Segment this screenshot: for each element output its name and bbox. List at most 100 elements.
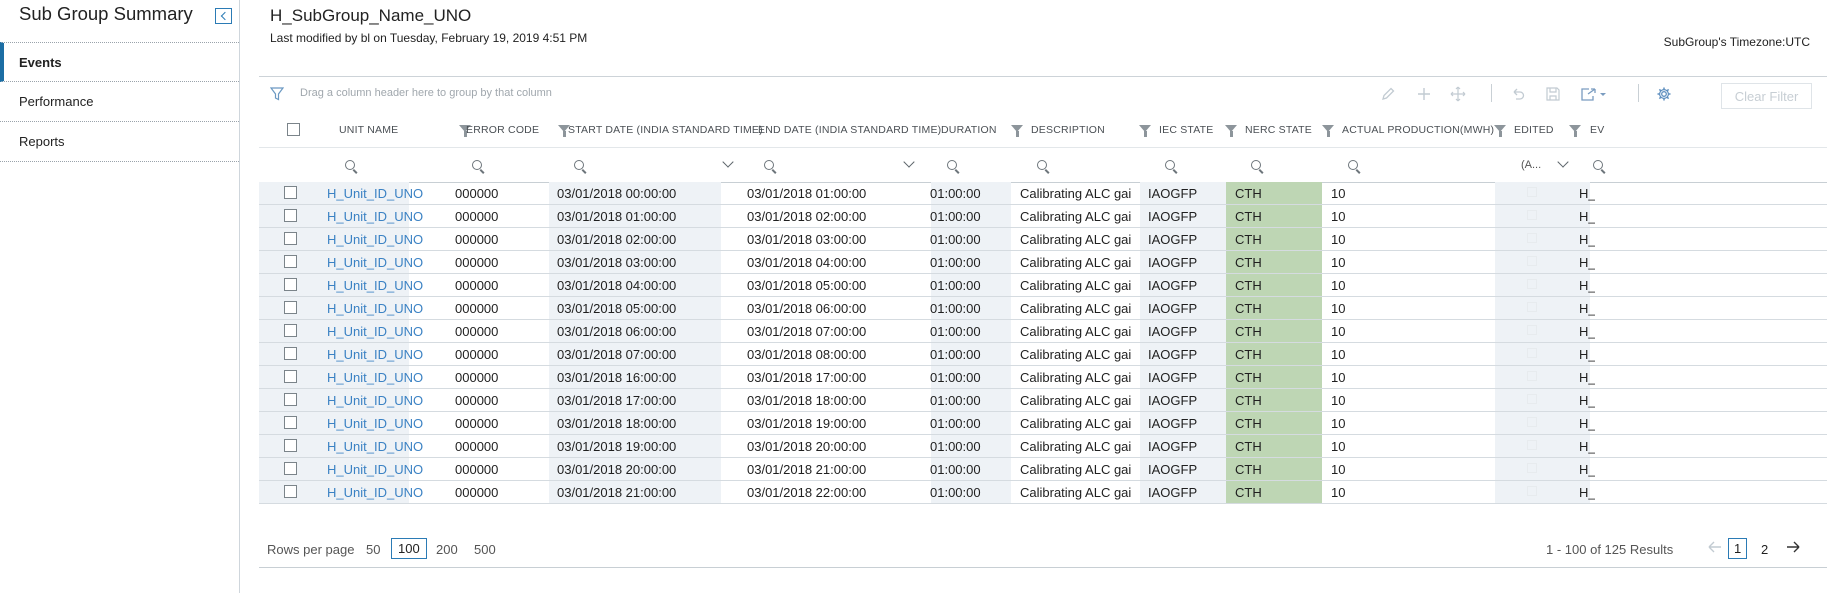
column-header-iec-state[interactable]: IEC STATE xyxy=(1159,113,1214,147)
row-checkbox[interactable] xyxy=(284,278,297,291)
sidebar-item-events[interactable]: Events xyxy=(0,42,239,82)
chevron-down-icon[interactable] xyxy=(722,156,734,168)
row-checkbox[interactable] xyxy=(284,370,297,383)
row-checkbox[interactable] xyxy=(284,439,297,452)
column-header-nerc-state[interactable]: NERC STATE xyxy=(1245,113,1312,147)
row-checkbox[interactable] xyxy=(284,301,297,314)
table-row[interactable]: H_Unit_ID_UNO 000000 03/01/2018 01:00:00… xyxy=(259,205,1827,228)
chevron-down-icon[interactable] xyxy=(903,156,915,168)
column-filter-icon[interactable] xyxy=(1225,125,1237,137)
unit-name-link[interactable]: H_Unit_ID_UNO xyxy=(327,274,423,296)
row-checkbox[interactable] xyxy=(284,462,297,475)
search-icon[interactable] xyxy=(574,160,584,170)
ev-cell: H_ xyxy=(1579,231,1595,247)
unit-name-link[interactable]: H_Unit_ID_UNO xyxy=(327,297,423,319)
unit-name-link[interactable]: H_Unit_ID_UNO xyxy=(327,182,423,204)
edited-filter-value[interactable]: (A... xyxy=(1521,148,1541,182)
pencil-icon[interactable] xyxy=(1380,86,1396,102)
ev-cell: H_ xyxy=(1579,369,1595,385)
unit-name-link[interactable]: H_Unit_ID_UNO xyxy=(327,412,423,434)
column-header-duration[interactable]: DURATION xyxy=(941,113,997,147)
end-date-cell: 03/01/2018 05:00:00 xyxy=(747,277,867,293)
page-button-current[interactable]: 1 xyxy=(1728,538,1748,559)
filter-icon[interactable] xyxy=(270,87,284,101)
table-row[interactable]: H_Unit_ID_UNO 000000 03/01/2018 06:00:00… xyxy=(259,320,1827,343)
unit-name-link[interactable]: H_Unit_ID_UNO xyxy=(327,320,423,342)
search-icon[interactable] xyxy=(1348,160,1358,170)
row-checkbox[interactable] xyxy=(284,347,297,360)
sidebar-item-reports[interactable]: Reports xyxy=(0,122,239,162)
column-header-edited[interactable]: EDITED xyxy=(1514,113,1554,147)
column-header-error-code[interactable]: ERROR CODE xyxy=(466,113,539,147)
table-row[interactable]: H_Unit_ID_UNO 000000 03/01/2018 16:00:00… xyxy=(259,366,1827,389)
row-checkbox[interactable] xyxy=(284,416,297,429)
row-checkbox[interactable] xyxy=(284,232,297,245)
table-row[interactable]: H_Unit_ID_UNO 000000 03/01/2018 05:00:00… xyxy=(259,297,1827,320)
select-all-checkbox[interactable] xyxy=(287,123,300,136)
row-checkbox[interactable] xyxy=(284,186,297,199)
search-icon[interactable] xyxy=(1593,160,1603,170)
search-icon[interactable] xyxy=(1165,160,1175,170)
table-row[interactable]: H_Unit_ID_UNO 000000 03/01/2018 21:00:00… xyxy=(259,481,1827,504)
table-row[interactable]: H_Unit_ID_UNO 000000 03/01/2018 18:00:00… xyxy=(259,412,1827,435)
column-header-start-date[interactable]: START DATE (INDIA STANDARD TIME) xyxy=(568,113,763,147)
clear-filter-button[interactable]: Clear Filter xyxy=(1721,83,1812,109)
search-icon[interactable] xyxy=(1251,160,1261,170)
export-icon[interactable] xyxy=(1580,86,1610,102)
duration-cell: 01:00:00 xyxy=(930,484,981,500)
unit-name-link[interactable]: H_Unit_ID_UNO xyxy=(327,458,423,480)
search-icon[interactable] xyxy=(764,160,774,170)
undo-icon[interactable] xyxy=(1510,86,1526,102)
search-icon[interactable] xyxy=(947,160,957,170)
prev-page-icon[interactable] xyxy=(1707,539,1723,555)
rows-per-page-option[interactable]: 500 xyxy=(474,542,496,557)
row-checkbox[interactable] xyxy=(284,255,297,268)
collapse-sidebar-button[interactable] xyxy=(215,8,232,24)
save-icon[interactable] xyxy=(1545,86,1561,102)
row-checkbox[interactable] xyxy=(284,324,297,337)
rows-per-page-option[interactable]: 200 xyxy=(436,542,458,557)
chevron-down-icon[interactable] xyxy=(1557,156,1569,168)
column-filter-icon[interactable] xyxy=(1322,125,1334,137)
unit-name-link[interactable]: H_Unit_ID_UNO xyxy=(327,366,423,388)
table-row[interactable]: H_Unit_ID_UNO 000000 03/01/2018 03:00:00… xyxy=(259,251,1827,274)
move-icon[interactable] xyxy=(1450,86,1466,102)
column-header-description[interactable]: DESCRIPTION xyxy=(1031,113,1105,147)
unit-name-link[interactable]: H_Unit_ID_UNO xyxy=(327,481,423,503)
search-icon[interactable] xyxy=(472,160,482,170)
rows-per-page-option-selected[interactable]: 100 xyxy=(391,538,427,559)
column-filter-icon[interactable] xyxy=(1494,125,1506,137)
table-row[interactable]: H_Unit_ID_UNO 000000 03/01/2018 19:00:00… xyxy=(259,435,1827,458)
sidebar-item-performance[interactable]: Performance xyxy=(0,82,239,122)
row-checkbox[interactable] xyxy=(284,393,297,406)
gear-icon[interactable] xyxy=(1656,86,1672,102)
rows-per-page-option[interactable]: 50 xyxy=(366,542,380,557)
column-header-end-date[interactable]: END DATE (INDIA STANDARD TIME) xyxy=(758,113,941,147)
search-icon[interactable] xyxy=(345,160,355,170)
table-row[interactable]: H_Unit_ID_UNO 000000 03/01/2018 17:00:00… xyxy=(259,389,1827,412)
column-header-unit-name[interactable]: UNIT NAME xyxy=(339,113,398,147)
table-row[interactable]: H_Unit_ID_UNO 000000 03/01/2018 07:00:00… xyxy=(259,343,1827,366)
column-header-ev[interactable]: EV xyxy=(1590,113,1604,147)
unit-name-link[interactable]: H_Unit_ID_UNO xyxy=(327,205,423,227)
unit-name-link[interactable]: H_Unit_ID_UNO xyxy=(327,343,423,365)
plus-icon[interactable] xyxy=(1416,86,1432,102)
unit-name-link[interactable]: H_Unit_ID_UNO xyxy=(327,251,423,273)
page-button[interactable]: 2 xyxy=(1761,542,1768,557)
table-row[interactable]: H_Unit_ID_UNO 000000 03/01/2018 00:00:00… xyxy=(259,182,1827,205)
column-filter-icon[interactable] xyxy=(1139,125,1151,137)
table-row[interactable]: H_Unit_ID_UNO 000000 03/01/2018 04:00:00… xyxy=(259,274,1827,297)
table-row[interactable]: H_Unit_ID_UNO 000000 03/01/2018 02:00:00… xyxy=(259,228,1827,251)
unit-name-link[interactable]: H_Unit_ID_UNO xyxy=(327,389,423,411)
column-header-actual-production[interactable]: ACTUAL PRODUCTION(MWH) xyxy=(1342,113,1494,147)
column-filter-icon[interactable] xyxy=(1011,125,1023,137)
table-row[interactable]: H_Unit_ID_UNO 000000 03/01/2018 20:00:00… xyxy=(259,458,1827,481)
unit-name-link[interactable]: H_Unit_ID_UNO xyxy=(327,228,423,250)
row-checkbox[interactable] xyxy=(284,209,297,222)
unit-name-link[interactable]: H_Unit_ID_UNO xyxy=(327,435,423,457)
search-icon[interactable] xyxy=(1037,160,1047,170)
next-page-icon[interactable] xyxy=(1785,539,1801,555)
error-code-cell: 000000 xyxy=(455,392,499,408)
column-filter-icon[interactable] xyxy=(1569,125,1581,137)
row-checkbox[interactable] xyxy=(284,485,297,498)
